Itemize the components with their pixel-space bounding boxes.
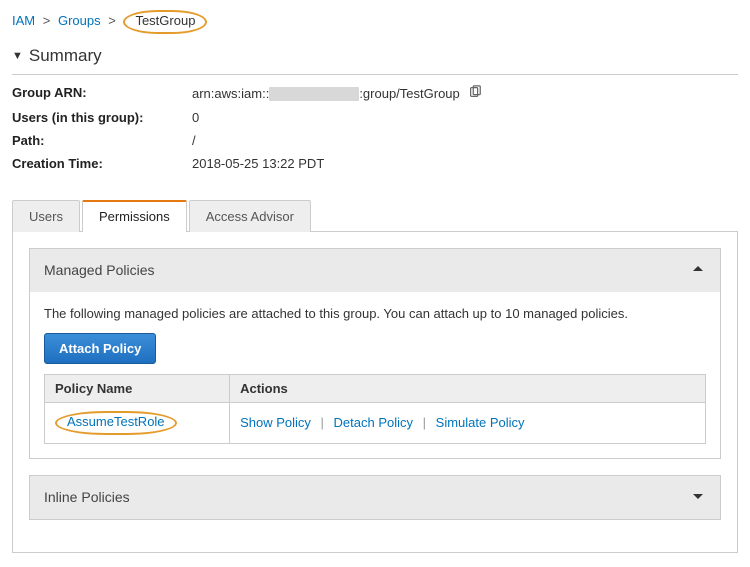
accordion-managed-policies: Managed Policies The following managed p… <box>29 248 721 459</box>
accordion-managed-body: The following managed policies are attac… <box>30 292 720 458</box>
policy-name-link[interactable]: AssumeTestRole <box>67 414 165 429</box>
label-path: Path: <box>12 133 192 148</box>
label-creation: Creation Time: <box>12 156 192 171</box>
value-path: / <box>192 133 196 148</box>
label-arn: Group ARN: <box>12 85 192 102</box>
breadcrumb-sep: > <box>43 13 51 28</box>
summary-title: Summary <box>29 46 102 66</box>
breadcrumb-current: TestGroup <box>135 13 195 28</box>
accordion-inline-header[interactable]: Inline Policies <box>30 476 720 519</box>
arn-prefix: arn:aws:iam:: <box>192 86 269 101</box>
copy-icon[interactable] <box>468 85 482 102</box>
arn-redacted-account <box>269 87 359 101</box>
row-path: Path: / <box>12 129 738 152</box>
arn-suffix: :group/TestGroup <box>359 86 459 101</box>
action-show-policy[interactable]: Show Policy <box>240 415 311 430</box>
collapse-triangle-icon: ▼ <box>12 50 23 62</box>
managed-description: The following managed policies are attac… <box>44 306 706 321</box>
action-divider: | <box>321 415 324 430</box>
value-arn: arn:aws:iam:::group/TestGroup <box>192 85 482 102</box>
label-users: Users (in this group): <box>12 110 192 125</box>
row-creation: Creation Time: 2018-05-25 13:22 PDT <box>12 152 738 175</box>
accordion-managed-title: Managed Policies <box>44 262 155 278</box>
summary-header[interactable]: ▼ Summary <box>12 42 738 72</box>
breadcrumb-current-highlight: TestGroup <box>123 10 207 34</box>
col-header-actions: Actions <box>230 374 706 402</box>
tab-access-advisor[interactable]: Access Advisor <box>189 200 311 232</box>
divider <box>12 74 738 75</box>
row-arn: Group ARN: arn:aws:iam:::group/TestGroup <box>12 81 738 106</box>
action-simulate-policy[interactable]: Simulate Policy <box>436 415 525 430</box>
tab-panel-permissions: Managed Policies The following managed p… <box>12 232 738 553</box>
col-header-policy-name: Policy Name <box>45 374 230 402</box>
tab-users[interactable]: Users <box>12 200 80 232</box>
table-row: AssumeTestRole Show Policy | Detach Poli… <box>45 402 706 443</box>
accordion-inline-title: Inline Policies <box>44 489 130 505</box>
value-creation: 2018-05-25 13:22 PDT <box>192 156 324 171</box>
chevron-up-icon <box>690 261 706 280</box>
attach-policy-button[interactable]: Attach Policy <box>44 333 156 364</box>
chevron-down-icon <box>690 488 706 507</box>
action-detach-policy[interactable]: Detach Policy <box>334 415 413 430</box>
tab-bar: Users Permissions Access Advisor <box>12 199 738 232</box>
breadcrumb-iam[interactable]: IAM <box>12 13 35 28</box>
breadcrumb-sep: > <box>108 13 116 28</box>
action-divider: | <box>423 415 426 430</box>
row-users: Users (in this group): 0 <box>12 106 738 129</box>
accordion-managed-header[interactable]: Managed Policies <box>30 249 720 292</box>
breadcrumb: IAM > Groups > TestGroup <box>12 8 738 42</box>
breadcrumb-groups[interactable]: Groups <box>58 13 101 28</box>
value-users: 0 <box>192 110 199 125</box>
tab-permissions[interactable]: Permissions <box>82 200 187 232</box>
managed-policy-table: Policy Name Actions AssumeTestRole Show … <box>44 374 706 444</box>
policy-name-highlight: AssumeTestRole <box>55 411 177 435</box>
accordion-inline-policies: Inline Policies <box>29 475 721 520</box>
